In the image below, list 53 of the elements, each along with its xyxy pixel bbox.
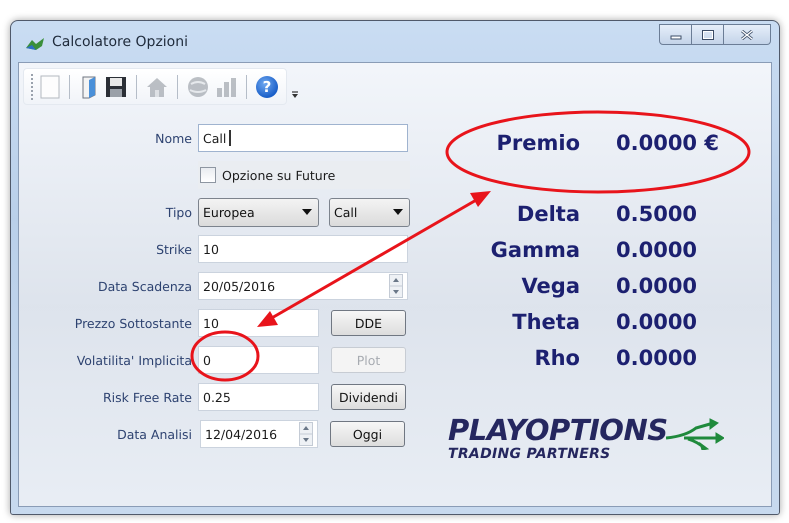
field-label: Data Analisi	[117, 426, 192, 442]
greek-value: 0.0000	[616, 345, 698, 372]
premium-label: Premio	[496, 131, 580, 155]
field-label: Volatilita' Implicita	[76, 352, 192, 368]
overflow-icon[interactable]	[291, 91, 299, 99]
date-field[interactable]: 12/04/2016	[200, 420, 318, 448]
caret-icon	[393, 209, 403, 215]
button[interactable]: DDE	[331, 310, 406, 336]
annotation-ellipse	[190, 330, 260, 382]
close-icon	[740, 30, 754, 40]
button[interactable]: Oggi	[330, 421, 405, 447]
minimize-button[interactable]	[659, 24, 692, 45]
greek-label: Gamma	[490, 237, 580, 264]
text-field[interactable]: 0.25	[198, 383, 319, 411]
grip-handle[interactable]	[30, 74, 34, 100]
checkbox-label[interactable]: Opzione su Future	[222, 168, 336, 182]
date-field[interactable]: 20/05/2016	[198, 272, 408, 300]
checkbox[interactable]	[200, 167, 216, 183]
text-cursor	[229, 130, 232, 146]
arrows-logo-icon	[666, 418, 724, 450]
button[interactable]: Dividendi	[331, 384, 406, 410]
logo-name: PLAYOPTIONS	[448, 414, 668, 446]
greek-value: 0.5000	[616, 201, 698, 228]
spin-buttons[interactable]	[299, 422, 313, 446]
maximize-button[interactable]	[692, 24, 724, 45]
save-icon[interactable]	[105, 76, 127, 98]
greek-value: 0.0000	[616, 273, 698, 300]
text-field[interactable]: 10	[198, 309, 319, 337]
greek-value: 0.0000	[616, 309, 698, 336]
greek-label: Rho	[534, 345, 580, 372]
text-field[interactable]: 0	[198, 346, 319, 374]
dropdown[interactable]: Europea	[198, 198, 319, 226]
close-button[interactable]	[724, 24, 771, 45]
maximize-icon	[702, 30, 714, 40]
field-label: Prezzo Sottostante	[74, 316, 192, 330]
window-title: Calcolatore Opzioni	[52, 34, 188, 50]
field-label: Strike	[156, 242, 192, 256]
app-icon	[24, 36, 46, 52]
logo-tagline: TRADING PARTNERS	[448, 446, 612, 462]
field-label: Data Scadenza	[98, 278, 192, 294]
greek-label: Vega	[521, 273, 580, 300]
greek-value: 0.0000	[616, 237, 698, 264]
greek-label: Delta	[516, 201, 580, 228]
text-field[interactable]: Call	[198, 124, 408, 152]
dropdown[interactable]: Call	[329, 198, 410, 226]
premium-value: 0.0000 €	[616, 131, 720, 155]
spin-buttons[interactable]	[389, 274, 403, 298]
field-label: Risk Free Rate	[102, 390, 192, 404]
field-label: Nome	[155, 130, 192, 146]
field-label: Tipo	[166, 204, 192, 220]
text-field[interactable]: 10	[198, 235, 408, 263]
greek-label: Theta	[512, 309, 580, 336]
caret-icon	[302, 209, 312, 215]
